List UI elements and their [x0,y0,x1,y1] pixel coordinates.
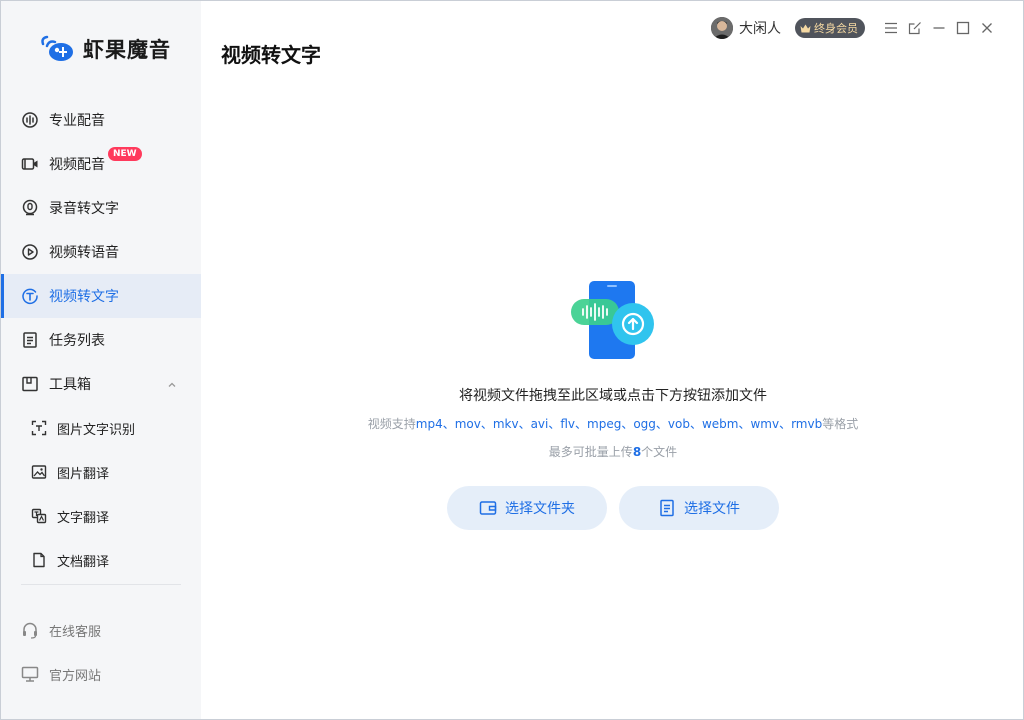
sidebar-item-label: 录音转文字 [49,201,119,217]
sidebar-item-label: 专业配音 [49,113,105,129]
formats-prefix: 视频支持 [367,417,416,431]
avatar[interactable] [711,17,733,39]
select-file-label: 选择文件 [684,501,740,517]
crown-icon [800,24,811,32]
vip-badge[interactable]: 终身会员 [795,18,865,38]
sidebar-item-video-dubbing[interactable]: 视频配音 NEW [1,142,201,186]
app-window: 虾果魔音 专业配音 视频配音 NEW 录音转文字 视频转语音 视频转文字 任务列… [0,0,1024,720]
app-logo: 虾果魔音 [39,31,171,67]
sidebar-item-label: 在线客服 [49,624,102,640]
sidebar-item-task-list[interactable]: 任务列表 [1,318,201,362]
app-name: 虾果魔音 [83,38,171,62]
select-folder-button[interactable]: 选择文件夹 [447,486,607,530]
waveform-circle-icon [21,111,39,129]
sidebar-item-official-site[interactable]: 官方网站 [1,652,201,696]
sidebar-item-label: 图片翻译 [57,466,110,482]
document-icon [31,552,47,568]
sidebar-item-label: 视频配音 [49,157,105,173]
sidebar-item-label: 工具箱 [49,377,91,393]
minimize-icon [933,27,945,29]
folder-icon [479,501,497,515]
scan-text-icon [31,420,47,436]
sidebar-item-label: 视频转语音 [49,245,119,261]
sidebar-item-image-translate[interactable]: 图片翻译 [1,450,201,494]
title-bar: 大闲人 终身会员 [711,15,999,41]
select-folder-label: 选择文件夹 [505,501,575,517]
toolbox-icon [21,375,39,393]
menu-button[interactable] [879,16,903,40]
sidebar: 虾果魔音 专业配音 视频配音 NEW 录音转文字 视频转语音 视频转文字 任务列… [1,1,201,719]
sidebar-item-label: 文档翻译 [57,554,110,570]
formats-suffix: 等格式 [822,417,859,431]
limit-prefix: 最多可批量上传 [548,445,633,459]
sidebar-item-label: 视频转文字 [49,289,119,305]
vip-label: 终身会员 [814,22,858,35]
maximize-button[interactable] [951,16,975,40]
upload-hint: 将视频文件拖拽至此区域或点击下方按钮添加文件 [459,388,767,404]
sidebar-item-customer-service[interactable]: 在线客服 [1,608,201,652]
supported-formats: 视频支持mp4、mov、mkv、avi、flv、mpeg、ogg、vob、web… [201,415,1024,432]
shrimp-logo-icon [41,35,73,61]
formats-list: mp4、mov、mkv、avi、flv、mpeg、ogg、vob、webm、wm… [415,417,823,431]
maximize-icon [956,21,970,35]
image-icon [31,464,47,480]
sidebar-item-toolbox[interactable]: 工具箱 [1,362,201,406]
sidebar-nav: 专业配音 视频配音 NEW 录音转文字 视频转语音 视频转文字 任务列表 工具箱… [1,98,201,582]
sidebar-item-label: 文字翻译 [57,510,110,526]
headset-icon [21,621,39,639]
microphone-icon [21,199,39,217]
sidebar-item-doc-translate[interactable]: 文档翻译 [1,538,201,582]
phone-upload-illustration-icon [571,281,654,359]
video-camera-icon [21,155,39,173]
text-circle-icon [21,287,39,305]
sidebar-item-label: 官方网站 [49,668,102,684]
close-icon [982,23,992,33]
close-button[interactable] [975,16,999,40]
sidebar-item-label: 任务列表 [49,333,105,349]
select-file-button[interactable]: 选择文件 [619,486,779,530]
limit-suffix: 个文件 [641,445,678,459]
feedback-button[interactable] [903,16,927,40]
sidebar-item-text-translate[interactable]: 文字翻译 [1,494,201,538]
new-badge: NEW [108,147,142,161]
sidebar-item-video-to-text[interactable]: 视频转文字 [1,274,201,318]
chevron-up-icon[interactable] [167,378,177,394]
page-title: 视频转文字 [221,43,321,67]
edit-icon [908,22,921,35]
sidebar-item-audio-to-text[interactable]: 录音转文字 [1,186,201,230]
sidebar-item-label: 图片文字识别 [57,422,136,438]
sidebar-item-video-to-audio[interactable]: 视频转语音 [1,230,201,274]
sidebar-divider [21,584,181,585]
sidebar-item-image-ocr[interactable]: 图片文字识别 [1,406,201,450]
file-icon [660,499,674,517]
sidebar-item-pro-dubbing[interactable]: 专业配音 [1,98,201,142]
monitor-icon [21,665,39,683]
translate-icon [31,508,47,524]
play-circle-icon [21,243,39,261]
list-icon [21,331,39,349]
menu-icon [885,22,897,34]
limit-count: 8 [632,445,642,459]
minimize-button[interactable] [927,16,951,40]
batch-limit: 最多可批量上传8个文件 [201,443,1024,460]
sidebar-bottom: 在线客服 官方网站 [1,608,201,696]
user-name[interactable]: 大闲人 [739,18,781,38]
